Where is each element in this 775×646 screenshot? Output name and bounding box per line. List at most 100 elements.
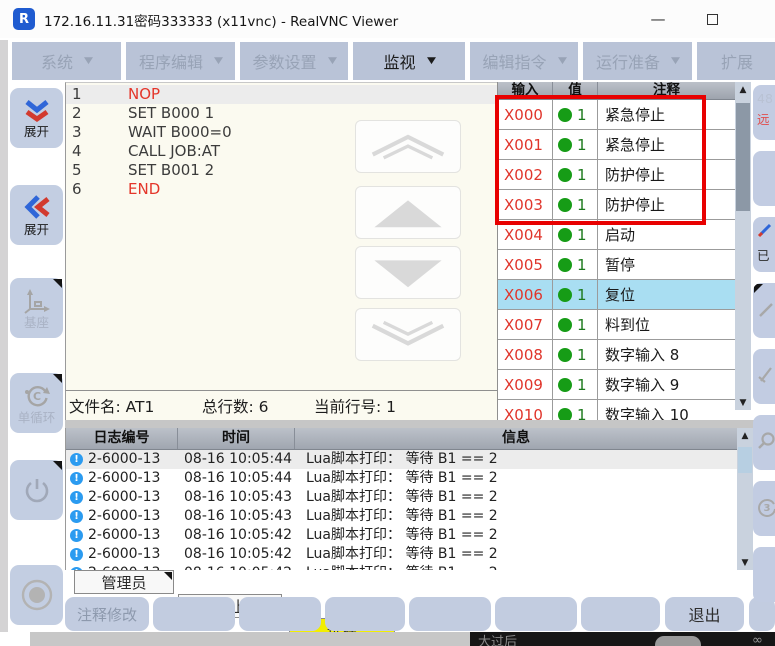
io-value-text: 1 xyxy=(577,406,587,421)
io-input-label: X000 xyxy=(498,100,553,129)
expand-down-button[interactable]: 展开 xyxy=(10,88,63,148)
io-scrollbar[interactable]: ▲ ▼ xyxy=(735,82,751,410)
io-value-text: 1 xyxy=(577,226,587,244)
line-number: 6 xyxy=(72,180,82,199)
bottom-button-4[interactable] xyxy=(325,597,405,631)
status-user-mode[interactable]: 管理员 xyxy=(74,570,174,594)
record-icon xyxy=(19,577,55,613)
io-table-row[interactable]: X0061复位 xyxy=(498,280,735,310)
io-table-row[interactable]: X0101数字输入 10 xyxy=(498,400,735,420)
edge-search-button[interactable] xyxy=(753,415,775,470)
io-table-row[interactable]: X0011紧急停止 xyxy=(498,130,735,160)
page-up-button[interactable] xyxy=(355,120,461,173)
total-lines-label: 总行数: 6 xyxy=(202,395,269,417)
log-table-row[interactable]: !2-6000-1308-16 10:05:42Lua脚本打印： 等待 B1 =… xyxy=(66,545,737,564)
bottom-button-partial[interactable] xyxy=(749,597,775,631)
io-table-body: X0001紧急停止X0011紧急停止X0021防护停止X0031防护停止X004… xyxy=(498,100,735,420)
menu-item-2[interactable]: 程序编辑▼ xyxy=(126,42,235,80)
log-table-row[interactable]: !2-6000-1308-16 10:05:43Lua脚本打印： 等待 B1 =… xyxy=(66,507,737,526)
line-number: 4 xyxy=(72,142,82,161)
io-comment: 数字输入 10 xyxy=(598,400,735,420)
menu-item-3[interactable]: 参数设置▼ xyxy=(240,42,348,80)
current-line-label: 当前行号: 1 xyxy=(314,395,396,417)
instruction-text: SET B001 2 xyxy=(128,161,214,180)
io-table-row[interactable]: X0081数字输入 8 xyxy=(498,340,735,370)
exit-button[interactable]: 退出 xyxy=(665,597,744,631)
diagonal-icon xyxy=(757,301,775,319)
edge-button-5[interactable] xyxy=(753,349,775,404)
io-input-label: X007 xyxy=(498,310,553,339)
bottom-button-3[interactable] xyxy=(239,597,321,631)
scroll-up-icon[interactable]: ▲ xyxy=(737,428,753,443)
io-comment: 防护停止 xyxy=(598,190,735,219)
io-table-row[interactable]: X0071料到位 xyxy=(498,310,735,340)
io-table-row[interactable]: X0041启动 xyxy=(498,220,735,250)
scroll-up-icon[interactable]: ▲ xyxy=(735,82,751,97)
expand-left-button[interactable]: 展开 xyxy=(10,185,63,245)
minimize-button[interactable]: — xyxy=(636,0,680,38)
bottom-strip-light xyxy=(30,632,470,646)
line-down-button[interactable] xyxy=(355,246,461,299)
edge-button-8[interactable] xyxy=(753,547,775,602)
menu-item-6[interactable]: 运行准备▼ xyxy=(583,42,692,80)
pen-small-icon xyxy=(757,222,773,238)
file-info-bar: 文件名: AT1 总行数: 6 当前行号: 1 xyxy=(65,390,497,420)
realvnc-window: R 172.16.11.31密码333333 (x11vnc) - RealVN… xyxy=(0,0,775,646)
record-button[interactable] xyxy=(10,565,63,625)
io-table-row[interactable]: X0051暂停 xyxy=(498,250,735,280)
edge-button-2[interactable] xyxy=(753,151,775,206)
log-table-row[interactable]: !2-6000-1308-16 10:05:44Lua脚本打印： 等待 B1 =… xyxy=(66,469,737,488)
log-table-row[interactable]: !2-6000-1308-16 10:05:44Lua脚本打印： 等待 B1 =… xyxy=(66,450,737,469)
instruction-text: SET B000 1 xyxy=(128,104,214,123)
menu-item-label: 系统 xyxy=(41,49,73,73)
panel-divider xyxy=(65,420,755,428)
green-dot-icon xyxy=(558,348,572,362)
program-line[interactable]: 1NOP xyxy=(66,85,497,104)
menu-item-4[interactable]: 监视▼ xyxy=(353,42,465,80)
bottom-button-5[interactable] xyxy=(409,597,491,631)
edge-cycle3-button[interactable]: 3 xyxy=(753,481,775,536)
io-table-row[interactable]: X0031防护停止 xyxy=(498,190,735,220)
log-message: Lua脚本打印： 等待 B1 == 2 xyxy=(306,526,498,545)
single-cycle-button[interactable]: C单循环 xyxy=(10,373,63,433)
log-time: 08-16 10:05:42 xyxy=(184,526,292,545)
instruction-text: CALL JOB:AT xyxy=(128,142,220,161)
power-button[interactable] xyxy=(10,460,63,520)
info-icon: ! xyxy=(70,472,83,485)
green-dot-icon xyxy=(558,138,572,152)
edge-modify-button[interactable]: 已 xyxy=(753,217,775,272)
log-time: 08-16 10:05:42 xyxy=(184,545,292,564)
file-name-label: 文件名: AT1 xyxy=(69,395,154,417)
maximize-button[interactable] xyxy=(690,0,734,38)
log-scrollbar[interactable]: ▲ ▼ xyxy=(737,428,753,570)
realvnc-logo-icon: R xyxy=(13,8,35,30)
log-scrollbar-thumb[interactable] xyxy=(738,447,752,473)
scroll-down-icon[interactable]: ▼ xyxy=(735,395,751,410)
base-coord-button[interactable]: 基座 xyxy=(10,278,63,338)
log-message: Lua脚本打印： 等待 B1 == 2 xyxy=(306,488,498,507)
io-table-row[interactable]: X0021防护停止 xyxy=(498,160,735,190)
scroll-down-icon[interactable]: ▼ xyxy=(737,555,753,570)
menu-item-7[interactable]: 扩展 xyxy=(697,42,775,80)
menu-item-1[interactable]: 系统▼ xyxy=(12,42,121,80)
info-icon: ! xyxy=(70,491,83,504)
triangle-down-icon xyxy=(366,255,450,291)
io-table-row[interactable]: X0001紧急停止 xyxy=(498,100,735,130)
page-down-button[interactable] xyxy=(355,308,461,361)
bottom-button-2[interactable] xyxy=(153,597,235,631)
menu-item-5[interactable]: 编辑指令▼ xyxy=(470,42,578,80)
comment-edit-button[interactable]: 注释修改 xyxy=(65,597,149,631)
log-table-row[interactable]: !2-6000-1308-16 10:05:42Lua脚本打印： 等待 B1 =… xyxy=(66,526,737,545)
io-table-row[interactable]: X0091数字输入 9 xyxy=(498,370,735,400)
log-header-id: 日志编号 xyxy=(66,428,178,449)
svg-text:C: C xyxy=(32,390,40,403)
log-id: 2-6000-13 xyxy=(88,488,160,507)
corner-triangle-icon xyxy=(53,279,62,288)
line-up-button[interactable] xyxy=(355,186,461,239)
bottom-button-7[interactable] xyxy=(581,597,660,631)
edge-button-4[interactable] xyxy=(753,283,775,338)
io-scrollbar-thumb[interactable] xyxy=(736,103,750,211)
log-table-row[interactable]: !2-6000-1308-16 10:05:43Lua脚本打印： 等待 B1 =… xyxy=(66,488,737,507)
edge-speed-button[interactable]: 48远 xyxy=(753,85,775,140)
bottom-button-6[interactable] xyxy=(495,597,577,631)
